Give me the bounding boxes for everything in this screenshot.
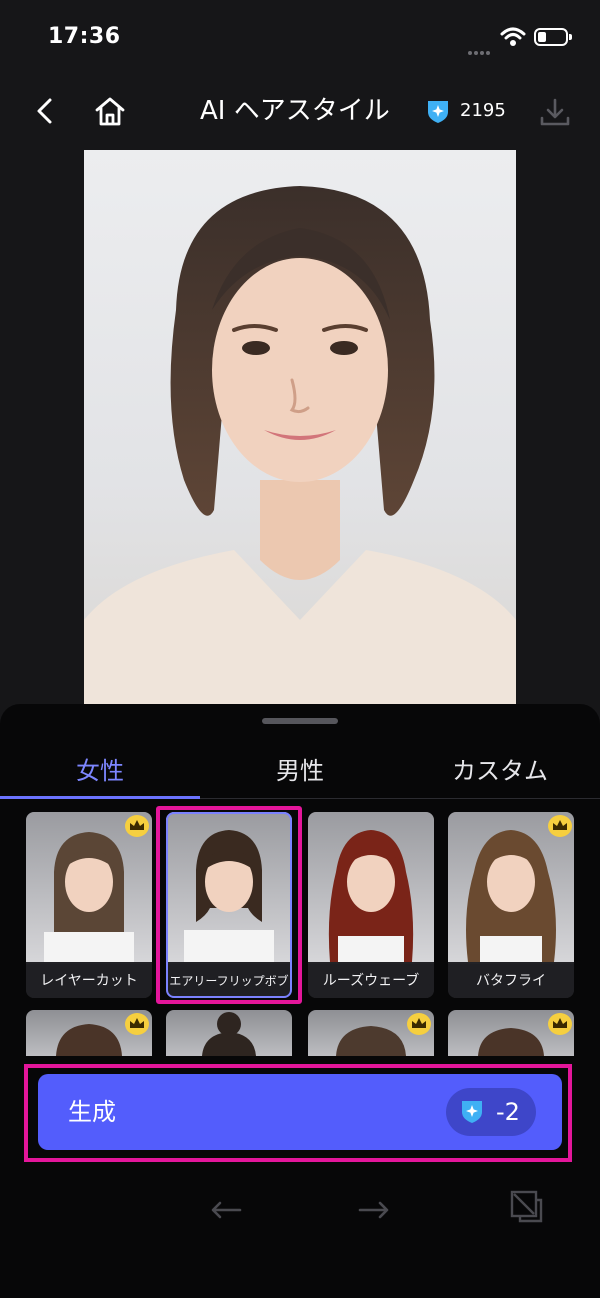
download-icon[interactable] xyxy=(538,96,572,128)
crown-icon xyxy=(407,1013,431,1035)
credit-gem-icon xyxy=(428,101,448,123)
wifi-icon xyxy=(500,27,526,46)
style-card-row2-2[interactable] xyxy=(166,1010,292,1056)
style-label: レイヤーカット xyxy=(26,964,152,998)
tab-female[interactable]: 女性 xyxy=(0,754,200,788)
credit-count: 2195 xyxy=(460,100,506,121)
style-label: バタフライ xyxy=(448,964,574,998)
portrait-photo xyxy=(84,150,516,704)
battery-tip xyxy=(569,34,572,40)
crown-icon xyxy=(125,1013,149,1035)
highlight-box-selected-style xyxy=(156,806,302,1004)
signal-dots-icon xyxy=(468,40,492,55)
highlight-box-generate xyxy=(24,1064,572,1162)
back-icon[interactable] xyxy=(30,94,60,128)
home-icon[interactable] xyxy=(92,94,128,128)
style-card-loose-wave[interactable]: ルーズウェーブ xyxy=(308,812,434,998)
portrait-illustration xyxy=(84,186,516,704)
tab-custom[interactable]: カスタム xyxy=(400,754,600,788)
undo-icon[interactable] xyxy=(206,1190,246,1220)
battery-icon xyxy=(534,28,568,46)
style-card-butterfly[interactable]: バタフライ xyxy=(448,812,574,998)
crown-icon xyxy=(125,815,149,837)
status-time: 17:36 xyxy=(48,24,121,49)
crown-icon xyxy=(548,1013,572,1035)
crown-icon xyxy=(548,815,572,837)
style-thumb xyxy=(308,812,434,962)
style-label: ルーズウェーブ xyxy=(308,964,434,998)
tab-male[interactable]: 男性 xyxy=(200,754,400,788)
style-card-layer-cut[interactable]: レイヤーカット xyxy=(26,812,152,998)
page-title: AI ヘアスタイル xyxy=(200,96,390,126)
redo-icon[interactable] xyxy=(354,1190,394,1220)
tab-active-underline xyxy=(0,796,200,799)
sheet-drag-handle[interactable] xyxy=(262,718,338,724)
compare-icon[interactable] xyxy=(508,1188,544,1224)
